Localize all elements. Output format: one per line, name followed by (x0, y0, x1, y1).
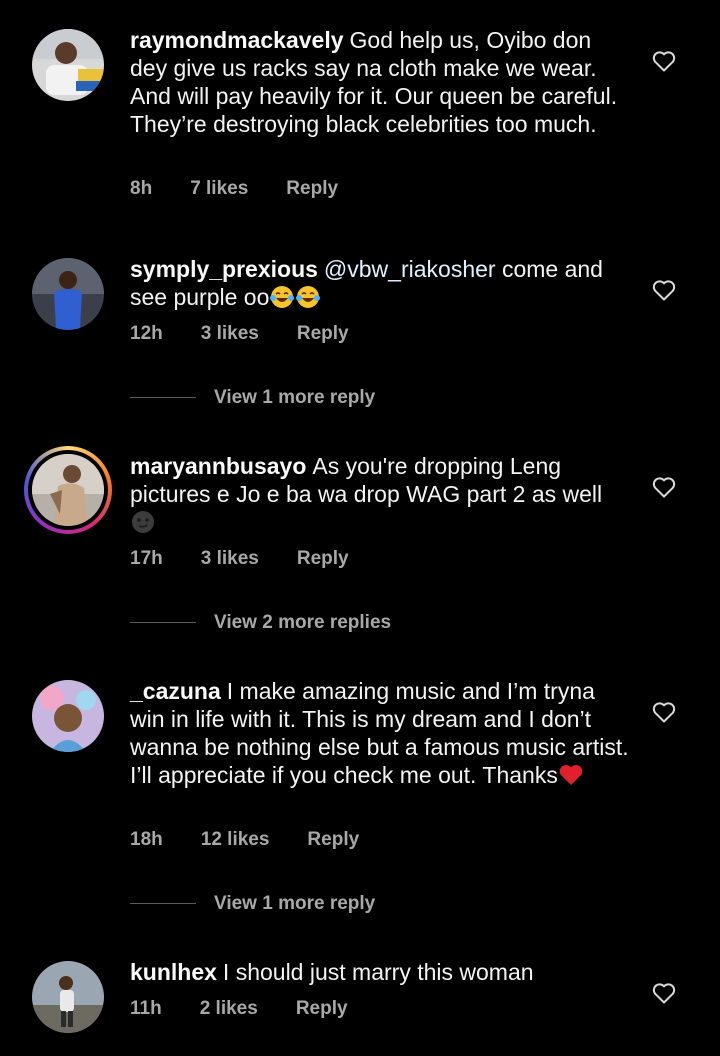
new-moon-face-emoji (132, 511, 154, 533)
comment-meta: 12h 3 likes Reply (130, 323, 387, 345)
heart-outline-icon[interactable] (652, 279, 676, 301)
comment-username[interactable]: kunlhex (130, 959, 217, 985)
reply-button[interactable]: Reply (296, 998, 348, 1019)
comment-likes[interactable]: 3 likes (201, 548, 259, 569)
divider-line (130, 622, 196, 624)
tears-of-joy-emoji (270, 286, 295, 308)
view-replies-label[interactable]: View 2 more replies (214, 612, 391, 633)
comment-meta: 18h 12 likes Reply (130, 829, 397, 851)
comment-username[interactable]: raymondmackavely (130, 27, 344, 53)
comment-likes[interactable]: 2 likes (200, 998, 258, 1019)
avatar-story-ring[interactable] (24, 446, 112, 534)
heart-outline-icon[interactable] (652, 982, 676, 1004)
comment-meta: 8h 7 likes Reply (130, 178, 376, 200)
comment-username[interactable]: _cazuna (130, 678, 221, 704)
view-replies-label[interactable]: View 1 more reply (214, 893, 375, 914)
reply-button[interactable]: Reply (286, 178, 338, 199)
view-replies-label[interactable]: View 1 more reply (214, 387, 375, 408)
comment-likes[interactable]: 12 likes (201, 829, 270, 850)
tears-of-joy-emoji (296, 286, 321, 308)
divider-line (130, 903, 196, 905)
mention-link[interactable]: @vbw_riakosher (324, 256, 496, 282)
comment-text: maryannbusayo As you're dropping Leng pic… (130, 452, 630, 536)
divider-line (130, 397, 196, 399)
avatar[interactable] (32, 961, 104, 1033)
view-replies-button[interactable]: View 1 more reply (130, 893, 375, 915)
comment-username[interactable]: maryannbusayo (130, 453, 306, 479)
comment-meta: 11h 2 likes Reply (130, 998, 386, 1020)
avatar[interactable] (32, 680, 104, 752)
comment-likes[interactable]: 3 likes (201, 323, 259, 344)
comment-text: kunlhex I should just marry this woman (130, 958, 630, 986)
avatar (32, 454, 104, 526)
comment-text: _cazuna I make amazing music and I’m tryn… (130, 677, 630, 789)
reply-button[interactable]: Reply (307, 829, 359, 850)
comment-time: 18h (130, 829, 163, 850)
comment-time: 17h (130, 548, 163, 569)
reply-button[interactable]: Reply (297, 548, 349, 569)
reply-button[interactable]: Reply (297, 323, 349, 344)
comment-text: raymondmackavely God help us, Oyibo don d… (130, 26, 630, 138)
comment-time: 11h (130, 998, 162, 1019)
comment-body: I should just marry this woman (222, 959, 534, 985)
red-heart-emoji (559, 765, 583, 785)
comment-meta: 17h 3 likes Reply (130, 548, 387, 570)
heart-outline-icon[interactable] (652, 50, 676, 72)
avatar[interactable] (32, 29, 104, 101)
avatar[interactable] (32, 258, 104, 330)
comment-likes[interactable]: 7 likes (190, 178, 248, 199)
heart-outline-icon[interactable] (652, 701, 676, 723)
view-replies-button[interactable]: View 1 more reply (130, 387, 375, 409)
comment-text: symply_prexious @vbw_riakosher come and s… (130, 255, 630, 311)
comment-time: 12h (130, 323, 163, 344)
comment-time: 8h (130, 178, 153, 199)
view-replies-button[interactable]: View 2 more replies (130, 612, 391, 634)
heart-outline-icon[interactable] (652, 476, 676, 498)
comment-username[interactable]: symply_prexious (130, 256, 318, 282)
